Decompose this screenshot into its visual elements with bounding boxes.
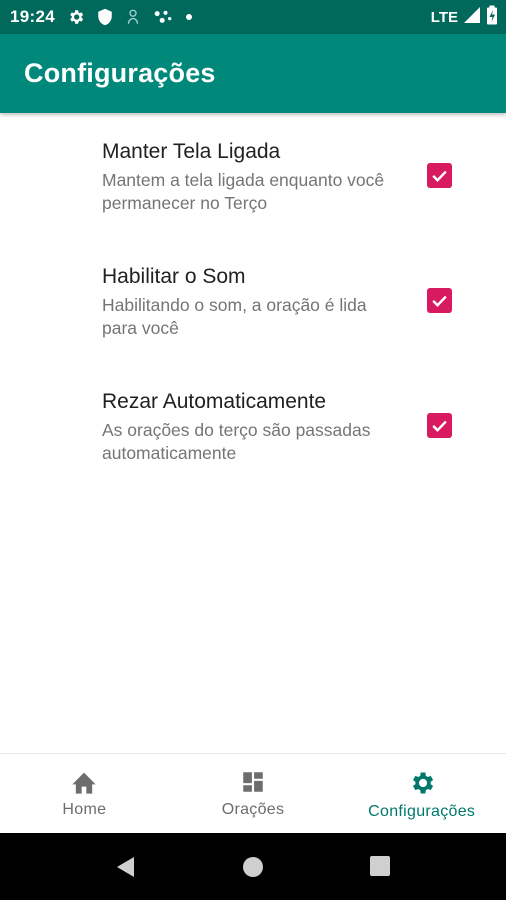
pref-title: Rezar Automaticamente [102, 390, 327, 413]
nav-label: Home [62, 801, 107, 818]
check-icon [432, 295, 447, 307]
pref-auto-pray[interactable]: Rezar Automaticamente As orações do terç… [0, 363, 506, 488]
recents-button[interactable] [369, 855, 391, 882]
nav-item-oracoes[interactable]: Orações [169, 754, 338, 833]
gear-icon [412, 772, 433, 794]
nav-label: Orações [221, 801, 285, 818]
network-label: LTE [430, 8, 458, 26]
dashboard-icon [243, 772, 263, 792]
pref-summary: Habilitando o som, a oração é lida para … [102, 295, 367, 338]
status-right: LTE [431, 5, 498, 30]
pref-enable-sound[interactable]: Habilitar o Som Habilitando o som, a ora… [0, 238, 506, 363]
status-icons-left [67, 8, 193, 26]
page-title: Configurações [24, 58, 216, 88]
gear-icon [67, 8, 85, 26]
pref-title: Habilitar o Som [102, 265, 246, 288]
check-icon [432, 420, 447, 432]
pref-title: Manter Tela Ligada [102, 140, 281, 163]
home-button[interactable] [241, 855, 265, 884]
recents-square-icon [370, 856, 390, 876]
signal-icon [463, 6, 481, 29]
home-icon [72, 772, 96, 794]
nav-label: Configurações [368, 803, 476, 820]
auto-pray-checkbox[interactable] [427, 413, 452, 438]
keep-screen-on-checkbox[interactable] [427, 163, 452, 188]
pref-summary: As orações do terço são passadas automat… [102, 420, 371, 463]
bottom-nav: Home Orações Configurações [0, 753, 506, 833]
status-time: 19:24 [10, 7, 55, 26]
pref-keep-screen-on[interactable]: Manter Tela Ligada Mantem a tela ligada … [0, 113, 506, 238]
dot-icon [185, 13, 193, 21]
pref-summary: Mantem a tela ligada enquanto você perma… [102, 170, 385, 213]
battery-icon [486, 5, 498, 30]
home-circle-icon [243, 857, 263, 877]
nav-item-home[interactable]: Home [0, 754, 169, 833]
back-button[interactable] [114, 855, 138, 884]
nav-item-configuracoes[interactable]: Configurações [337, 754, 506, 833]
system-nav-bar [0, 833, 506, 900]
enable-sound-checkbox[interactable] [427, 288, 452, 313]
shield-icon [97, 8, 113, 26]
settings-list: Manter Tela Ligada Mantem a tela ligada … [0, 113, 506, 488]
check-icon [432, 170, 447, 182]
back-triangle-icon [117, 857, 134, 877]
app-bar: Configurações [0, 34, 506, 113]
dots-icon [153, 8, 173, 26]
notification-icon [125, 8, 141, 26]
status-bar: 19:24 LTE [0, 0, 506, 34]
